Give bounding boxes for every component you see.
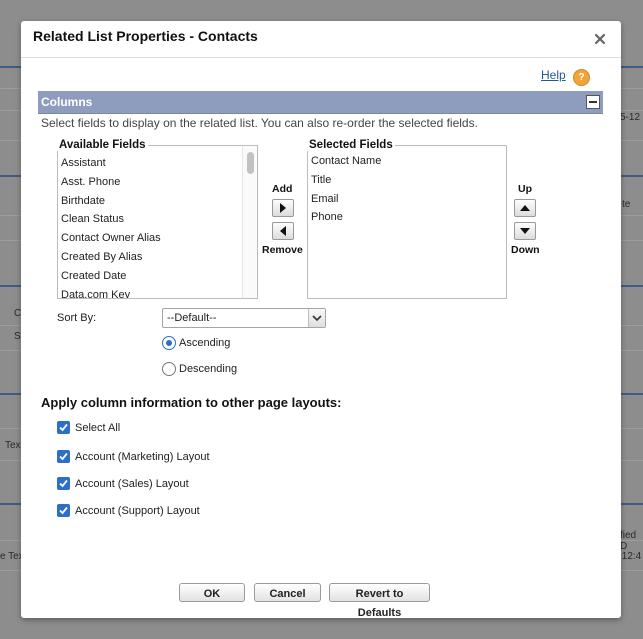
available-fields-label: Available Fields	[57, 139, 148, 151]
sales-layout-label: Account (Sales) Layout	[75, 478, 189, 490]
remove-label: Remove	[262, 244, 303, 256]
up-arrow-icon	[520, 205, 530, 211]
marketing-layout-label: Account (Marketing) Layout	[75, 451, 210, 463]
marketing-layout-checkbox[interactable]	[57, 450, 70, 463]
section-description: Select fields to display on the related …	[41, 116, 478, 130]
revert-to-defaults-button[interactable]: Revert to Defaults	[329, 583, 430, 619]
selected-field-option[interactable]: Phone	[308, 208, 506, 227]
descending-radio[interactable]	[162, 362, 176, 376]
remove-button[interactable]	[272, 222, 294, 240]
background-text: :12:4	[619, 551, 642, 562]
selected-fields-label: Selected Fields	[307, 139, 395, 151]
close-icon[interactable]	[593, 32, 607, 46]
right-arrow-icon	[280, 203, 286, 213]
selected-fields-listbox[interactable]: Contact Name Title Email Phone	[307, 145, 507, 299]
background-text: fied D	[620, 530, 637, 552]
available-field-option[interactable]: Asst. Phone	[58, 173, 257, 192]
available-field-option[interactable]: Assistant	[58, 154, 257, 173]
add-label: Add	[272, 183, 293, 195]
check-icon	[59, 452, 68, 461]
apply-layouts-heading: Apply column information to other page l…	[41, 395, 342, 410]
available-field-option[interactable]: Contact Owner Alias	[58, 229, 257, 248]
add-button[interactable]	[272, 199, 294, 217]
background-text: S	[14, 331, 21, 342]
dialog-header: Related List Properties - Contacts	[21, 21, 621, 58]
up-label: Up	[518, 183, 532, 195]
available-fields-scrollbar[interactable]	[242, 146, 257, 298]
left-arrow-icon	[280, 226, 286, 236]
background-text: 5-12	[620, 112, 641, 123]
ascending-radio[interactable]	[162, 336, 176, 350]
ascending-label: Ascending	[179, 337, 231, 349]
select-all-checkbox[interactable]	[57, 421, 70, 434]
sort-by-selected-value: --Default--	[167, 312, 217, 324]
available-field-option[interactable]: Created Date	[58, 267, 257, 286]
available-field-option[interactable]: Birthdate	[58, 192, 257, 211]
check-icon	[59, 506, 68, 515]
help-link[interactable]: Help	[541, 68, 566, 82]
scrollbar-thumb[interactable]	[247, 152, 254, 174]
help-icon[interactable]: ?	[573, 69, 590, 86]
sort-by-label: Sort By:	[57, 312, 97, 324]
section-title: Columns	[41, 95, 93, 109]
sort-by-select[interactable]: --Default--	[162, 308, 326, 328]
support-layout-label: Account (Support) Layout	[75, 505, 200, 517]
background-text: te	[622, 199, 631, 210]
available-field-option[interactable]: Created By Alias	[58, 248, 257, 267]
columns-section-header: Columns	[38, 91, 603, 114]
selected-field-option[interactable]: Email	[308, 190, 506, 209]
available-field-option[interactable]: Clean Status	[58, 210, 257, 229]
collapse-section-button[interactable]	[586, 95, 600, 109]
ok-button[interactable]: OK	[179, 583, 245, 602]
move-down-button[interactable]	[514, 222, 536, 240]
support-layout-checkbox[interactable]	[57, 504, 70, 517]
select-all-label: Select All	[75, 422, 121, 434]
selected-field-option[interactable]: Contact Name	[308, 152, 506, 171]
down-arrow-icon	[520, 228, 530, 234]
available-field-option[interactable]: Data.com Key	[58, 286, 257, 298]
down-label: Down	[511, 244, 540, 256]
check-icon	[59, 479, 68, 488]
cancel-button[interactable]: Cancel	[254, 583, 321, 602]
check-icon	[59, 423, 68, 432]
background-text: Tex	[5, 440, 21, 451]
move-up-button[interactable]	[514, 199, 536, 217]
sales-layout-checkbox[interactable]	[57, 477, 70, 490]
selected-field-option[interactable]: Title	[308, 171, 506, 190]
available-fields-listbox[interactable]: Assistant Asst. Phone Birthdate Clean Statu…	[57, 145, 258, 299]
descending-label: Descending	[179, 363, 238, 375]
chevron-down-icon[interactable]	[308, 309, 325, 327]
dialog-title: Related List Properties - Contacts	[33, 28, 258, 44]
related-list-properties-dialog: Related List Properties - Contacts Help …	[21, 21, 621, 619]
